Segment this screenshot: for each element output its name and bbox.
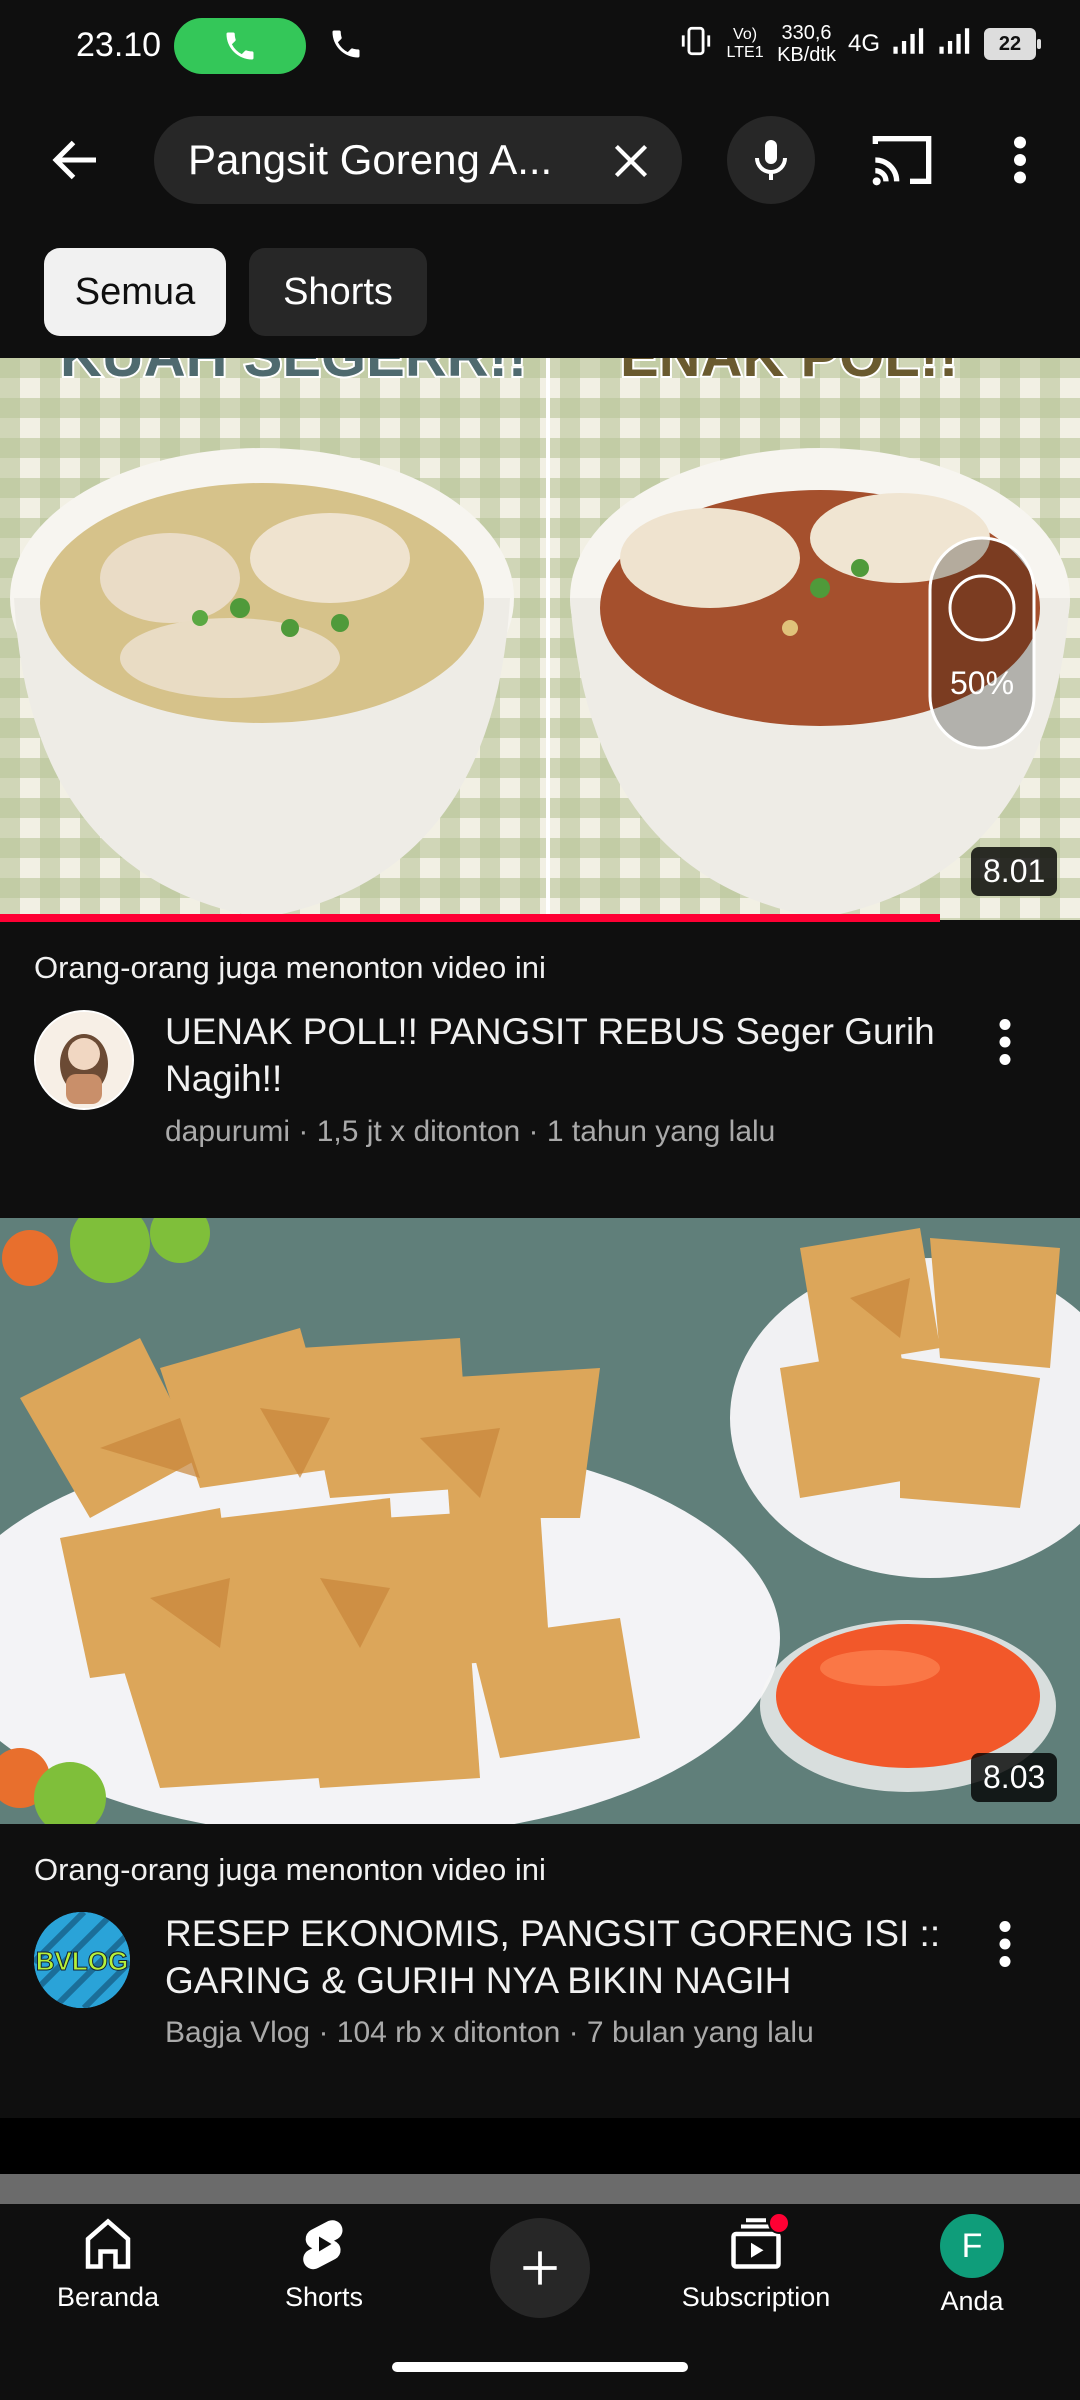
subscriptions-icon-wrap — [726, 2212, 790, 2274]
microphone-icon — [755, 140, 787, 180]
nav-home-label: Beranda — [56, 2282, 160, 2312]
close-icon — [614, 144, 648, 178]
video-thumbnail[interactable]: KUAH SEGERR!! ENAK POL!! 50% — [0, 358, 1080, 920]
nav-subscriptions-label: Subscription — [681, 2282, 831, 2312]
voice-search-button[interactable] — [727, 116, 815, 204]
notification-dot — [768, 2212, 790, 2234]
nav-home[interactable]: Beranda — [18, 2214, 198, 2313]
network-type: 4G — [847, 30, 880, 57]
nav-you[interactable]: F Anda — [882, 2214, 1062, 2317]
status-time: 23.10 — [76, 26, 162, 64]
home-icon — [85, 2218, 131, 2269]
more-vert-icon — [999, 1921, 1011, 1967]
create-button[interactable] — [490, 2218, 590, 2318]
video-more-button[interactable] — [990, 1012, 1020, 1072]
video-more-button[interactable] — [990, 1914, 1020, 1974]
active-call-pill[interactable] — [174, 18, 306, 74]
create-plus-icon — [523, 2251, 557, 2285]
channel-avatar[interactable] — [34, 1010, 134, 1110]
avatar-text: BVLOG — [36, 1946, 128, 1976]
network-speed-unit: KB/dtk — [777, 44, 836, 66]
vibrate-icon — [679, 24, 713, 65]
arrow-left-icon — [52, 140, 96, 180]
video-thumbnail[interactable] — [0, 1218, 1080, 1824]
signal-icon-2 — [938, 26, 972, 63]
video-duration: 8.03 — [971, 1753, 1058, 1802]
next-video-thumbnail[interactable] — [0, 2174, 1080, 2204]
battery-indicator: 22 — [984, 28, 1041, 60]
video-channel-meta: Bagja Vlog · 104 rb x ditonton · 7 bulan… — [165, 2016, 814, 2049]
video-duration: 8.01 — [971, 847, 1058, 896]
more-vert-icon — [1014, 136, 1026, 184]
phone-icon — [328, 26, 364, 67]
network-speed-value: 330,6 — [781, 22, 832, 44]
nav-shorts[interactable]: Shorts — [234, 2214, 414, 2313]
search-query[interactable]: Pangsit Goreng A... — [188, 130, 568, 190]
phone-call-icon — [226, 32, 254, 60]
shorts-icon — [303, 2220, 343, 2270]
profile-avatar: F — [940, 2214, 1004, 2278]
badge-percent: 50% — [950, 665, 1014, 701]
thumb-text-right: ENAK POL!! — [620, 358, 958, 389]
video-title[interactable]: RESEP EKONOMIS, PANGSIT GORENG ISI :: GA… — [165, 1910, 945, 2004]
back-button[interactable] — [46, 130, 106, 190]
network-speed: 330,6 KB/dtk — [777, 22, 836, 66]
cast-button[interactable] — [870, 130, 934, 190]
cast-icon — [872, 136, 932, 186]
nav-subscriptions[interactable]: Subscription — [666, 2212, 846, 2313]
section-divider — [0, 2118, 1080, 2174]
recommendation-caption: Orang-orang juga menonton video ini — [34, 1852, 546, 1887]
watch-progress-bar — [0, 914, 940, 922]
chip-shorts[interactable]: Shorts — [249, 248, 427, 336]
signal-icon — [892, 26, 926, 63]
channel-avatar[interactable]: BVLOG — [34, 1912, 130, 2008]
nav-shorts-label: Shorts — [284, 2282, 364, 2312]
status-indicators: Vo) LTE1 330,6 KB/dtk 4G 22 — [679, 22, 1041, 66]
chip-semua[interactable]: Semua — [44, 248, 226, 336]
nav-you-label: Anda — [940, 2286, 1004, 2316]
gesture-home-bar[interactable] — [392, 2362, 688, 2372]
recommendation-caption: Orang-orang juga menonton video ini — [34, 950, 546, 985]
thumb-text-left: KUAH SEGERR!! — [60, 358, 527, 389]
more-vert-icon — [999, 1019, 1011, 1065]
volte-label: Vo) LTE1 — [726, 26, 764, 61]
clear-search-button[interactable] — [606, 136, 656, 186]
video-channel-meta: dapurumi · 1,5 jt x ditonton · 1 tahun y… — [165, 1115, 776, 1148]
more-options-button[interactable] — [1000, 130, 1040, 190]
video-title[interactable]: UENAK POLL!! PANGSIT REBUS Seger Gurih N… — [165, 1008, 945, 1102]
